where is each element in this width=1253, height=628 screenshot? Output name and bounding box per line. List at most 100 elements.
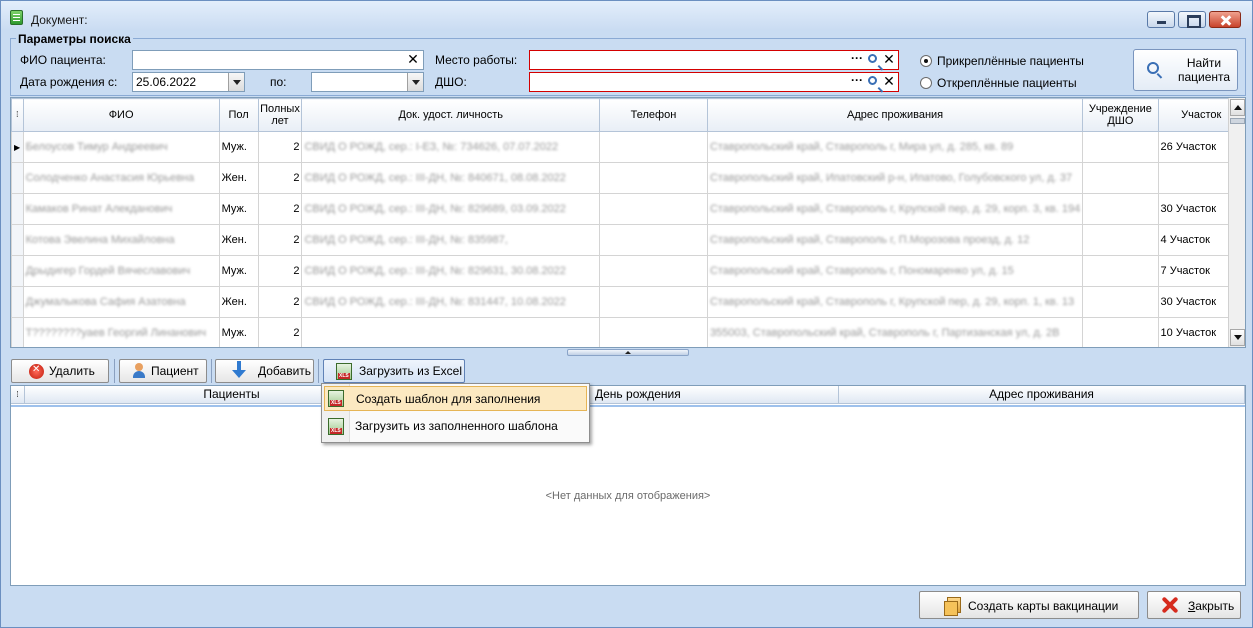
table-row[interactable]: Солодченко Анастасия Юрьевна Жен. 2 СВИД О … [11, 162, 1245, 194]
patient-button[interactable]: Пациент [119, 359, 207, 383]
cell-doc[interactable]: СВИД О РОЖД, сер.: ІІІ-ДН, №: 835987, [301, 224, 600, 256]
col-sex[interactable]: Пол [218, 98, 259, 132]
column-chooser-icon[interactable]: ⁞ [11, 386, 25, 404]
cell-fio[interactable]: Камаков Ринат Алекданович [22, 193, 220, 225]
clear-work-icon[interactable]: ✕ [882, 52, 896, 67]
table-row[interactable]: Котова Эвелина Михайловна Жен. 2 СВИД О РОЖ… [11, 224, 1245, 256]
close-window-button[interactable] [1209, 11, 1241, 28]
cell-address[interactable]: Ставропольский край, Ставрополь г, Мира … [706, 131, 1084, 163]
col-dsho[interactable]: Учреждение ДШО [1082, 98, 1159, 132]
radio-attached[interactable] [920, 55, 932, 67]
col-address[interactable]: Адрес проживания [706, 98, 1084, 132]
cell-age[interactable]: 2 [257, 193, 303, 225]
load-from-excel-button[interactable]: Загрузить из Excel [323, 359, 465, 383]
clear-dsho-icon[interactable]: ✕ [882, 74, 896, 89]
row-indicator[interactable] [11, 224, 24, 256]
cell-age[interactable]: 2 [257, 286, 303, 318]
cell-sex[interactable]: Муж. [218, 193, 259, 225]
birth-from-dropdown-icon[interactable] [228, 73, 244, 91]
cell-age[interactable]: 2 [257, 131, 303, 163]
col-doc[interactable]: Док. удост. личность [301, 98, 600, 132]
cell-sex[interactable]: Муж. [218, 317, 259, 347]
cell-phone[interactable] [599, 255, 708, 287]
radio-detached[interactable] [920, 77, 932, 89]
cell-phone[interactable] [599, 193, 708, 225]
col-address2[interactable]: Адрес проживания [839, 386, 1245, 404]
row-indicator[interactable] [11, 131, 24, 163]
row-indicator[interactable] [11, 317, 24, 347]
cell-fio[interactable]: Т????????уаев Георгий Линанович [22, 317, 220, 347]
close-button[interactable]: Закрыть [1147, 591, 1241, 619]
col-fio[interactable]: ФИО [22, 98, 220, 132]
scroll-thumb[interactable] [1230, 118, 1245, 124]
cell-dsho[interactable] [1082, 224, 1159, 256]
row-indicator[interactable] [11, 286, 24, 318]
grid-vertical-scrollbar[interactable] [1228, 98, 1245, 347]
col-phone[interactable]: Телефон [599, 98, 708, 132]
cell-age[interactable]: 2 [257, 224, 303, 256]
dsho-browse-icon[interactable]: ··· [851, 73, 863, 87]
cell-phone[interactable] [599, 224, 708, 256]
row-indicator[interactable] [11, 255, 24, 287]
dsho-input[interactable] [529, 72, 899, 92]
table-row[interactable]: Камаков Ринат Алекданович Муж. 2 СВИД О РОЖ… [11, 193, 1245, 225]
clear-fio-icon[interactable]: ✕ [406, 52, 420, 67]
table-row[interactable]: Джумалыкова Сафия Азатовна Жен. 2 СВИД О РО… [11, 286, 1245, 318]
cell-age[interactable]: 2 [257, 255, 303, 287]
maximize-button[interactable] [1178, 11, 1206, 28]
work-input[interactable] [529, 50, 899, 70]
cell-sex[interactable]: Муж. [218, 131, 259, 163]
cell-age[interactable]: 2 [257, 162, 303, 194]
cell-phone[interactable] [599, 317, 708, 347]
cell-sex[interactable]: Жен. [218, 224, 259, 256]
cell-dsho[interactable] [1082, 255, 1159, 287]
cell-address[interactable]: Ставропольский край, Ставрополь г, П.Мор… [706, 224, 1084, 256]
dsho-search-icon[interactable] [868, 76, 877, 85]
row-indicator[interactable] [11, 193, 24, 225]
cell-address[interactable]: Ставропольский край, Ставрополь г, Крупс… [706, 193, 1084, 225]
cell-fio[interactable]: Белоусов Тимур Андреевич [22, 131, 220, 163]
cell-doc[interactable]: СВИД О РОЖД, сер.: ІІІ-ДН, №: 840671, 08… [301, 162, 600, 194]
table-row[interactable]: Т????????уаев Георгий Линанович Муж. 2 3550… [11, 317, 1245, 347]
menu-item-load-template[interactable]: Загрузить из заполненного шаблона [324, 414, 587, 439]
cell-dsho[interactable] [1082, 193, 1159, 225]
scroll-down-icon[interactable] [1230, 329, 1245, 346]
cell-fio[interactable]: Солодченко Анастасия Юрьевна [22, 162, 220, 194]
splitter-handle[interactable] [567, 349, 689, 356]
radio-attached-label[interactable]: Прикреплённые пациенты [937, 54, 1084, 68]
row-indicator[interactable] [11, 162, 24, 194]
cell-sex[interactable]: Жен. [218, 162, 259, 194]
cell-sex[interactable]: Жен. [218, 286, 259, 318]
table-row[interactable]: Белоусов Тимур АндреевичМуж.2СВИД О РОЖД… [11, 131, 1245, 163]
cell-doc[interactable] [301, 317, 600, 347]
cell-doc[interactable]: СВИД О РОЖД, сер.: I-ЕЗ, №: 734626, 07.0… [301, 131, 600, 163]
cell-phone[interactable] [599, 131, 708, 163]
scroll-up-icon[interactable] [1230, 99, 1245, 116]
cell-fio[interactable]: Дрыдигер Гордей Вячеславович [22, 255, 220, 287]
cell-phone[interactable] [599, 286, 708, 318]
add-button[interactable]: Добавить [215, 359, 314, 383]
cell-address[interactable]: Ставропольский край, Ставрополь г, Поном… [706, 255, 1084, 287]
cell-doc[interactable]: СВИД О РОЖД, сер.: ІІІ-ДН, №: 829631, 30… [301, 255, 600, 287]
work-search-icon[interactable] [868, 54, 877, 63]
cell-address[interactable]: Ставропольский край, Ставрополь г, Крупс… [706, 286, 1084, 318]
col-age[interactable]: Полных лет [257, 98, 303, 132]
work-browse-icon[interactable]: ··· [851, 51, 863, 65]
cell-dsho[interactable] [1082, 286, 1159, 318]
find-patient-button[interactable]: Найти пациента [1133, 49, 1238, 91]
cell-sex[interactable]: Муж. [218, 255, 259, 287]
cell-phone[interactable] [599, 162, 708, 194]
create-vaccination-cards-button[interactable]: Создать карты вакцинации [919, 591, 1139, 619]
table-row[interactable]: Дрыдигер Гордей Вячеславович Муж. 2 СВИД О … [11, 255, 1245, 287]
cell-fio[interactable]: Джумалыкова Сафия Азатовна [22, 286, 220, 318]
cell-doc[interactable]: СВИД О РОЖД, сер.: ІІІ-ДН, №: 831447, 10… [301, 286, 600, 318]
cell-dsho[interactable] [1082, 162, 1159, 194]
minimize-button[interactable] [1147, 11, 1175, 28]
column-chooser-icon[interactable]: ⁞ [11, 98, 24, 132]
cell-age[interactable]: 2 [257, 317, 303, 347]
cell-address[interactable]: Ставропольский край, Ипатовский р-н, Ипа… [706, 162, 1084, 194]
cell-address[interactable]: 355003, Ставропольский край, Ставрополь … [706, 317, 1084, 347]
birth-to-dropdown-icon[interactable] [407, 73, 423, 91]
cell-dsho[interactable] [1082, 317, 1159, 347]
cell-dsho[interactable] [1082, 131, 1159, 163]
